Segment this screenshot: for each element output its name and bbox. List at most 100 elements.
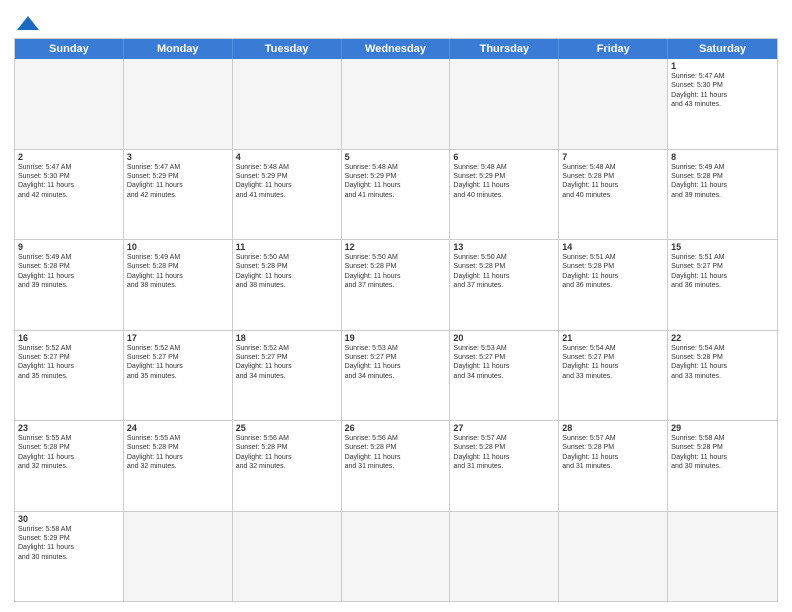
cell-content: Sunrise: 5:48 AM Sunset: 5:29 PM Dayligh… xyxy=(453,163,555,201)
calendar-cell: 17Sunrise: 5:52 AM Sunset: 5:27 PM Dayli… xyxy=(124,331,233,421)
calendar-cell xyxy=(342,512,451,602)
day-number: 20 xyxy=(453,333,555,343)
calendar-cell xyxy=(450,512,559,602)
day-number: 23 xyxy=(18,423,120,433)
day-number: 1 xyxy=(671,61,774,71)
cell-content: Sunrise: 5:57 AM Sunset: 5:28 PM Dayligh… xyxy=(562,434,664,472)
calendar-cell: 12Sunrise: 5:50 AM Sunset: 5:28 PM Dayli… xyxy=(342,240,451,330)
calendar-row-1: 2Sunrise: 5:47 AM Sunset: 5:30 PM Daylig… xyxy=(15,150,777,241)
calendar-row-2: 9Sunrise: 5:49 AM Sunset: 5:28 PM Daylig… xyxy=(15,240,777,331)
calendar-body: 1 Sunrise: 5:47 AM Sunset: 5:30 PM Daylig… xyxy=(15,59,777,601)
day-number: 25 xyxy=(236,423,338,433)
day-number: 7 xyxy=(562,152,664,162)
day-number: 26 xyxy=(345,423,447,433)
day-header-sunday: Sunday xyxy=(15,39,124,59)
day-number: 28 xyxy=(562,423,664,433)
cell-content: Sunrise: 5:49 AM Sunset: 5:28 PM Dayligh… xyxy=(18,253,120,291)
day-header-saturday: Saturday xyxy=(668,39,777,59)
day-number: 2 xyxy=(18,152,120,162)
day-number: 6 xyxy=(453,152,555,162)
day-number: 24 xyxy=(127,423,229,433)
calendar-cell: 1Sunrise: 5:47 AM Sunset: 5:30 PM Daylig… xyxy=(668,59,777,149)
calendar-cell: 3Sunrise: 5:47 AM Sunset: 5:29 PM Daylig… xyxy=(124,150,233,240)
calendar-cell: 4Sunrise: 5:48 AM Sunset: 5:29 PM Daylig… xyxy=(233,150,342,240)
calendar-cell: 26Sunrise: 5:56 AM Sunset: 5:28 PM Dayli… xyxy=(342,421,451,511)
day-number: 12 xyxy=(345,242,447,252)
cell-content: Sunrise: 5:55 AM Sunset: 5:28 PM Dayligh… xyxy=(127,434,229,472)
calendar-cell xyxy=(559,512,668,602)
calendar-cell xyxy=(559,59,668,149)
day-number: 13 xyxy=(453,242,555,252)
cell-content: Sunrise: 5:56 AM Sunset: 5:28 PM Dayligh… xyxy=(236,434,338,472)
calendar: SundayMondayTuesdayWednesdayThursdayFrid… xyxy=(14,38,778,602)
day-number: 29 xyxy=(671,423,774,433)
calendar-cell xyxy=(233,512,342,602)
day-number: 3 xyxy=(127,152,229,162)
calendar-cell xyxy=(124,512,233,602)
page: SundayMondayTuesdayWednesdayThursdayFrid… xyxy=(0,0,792,612)
day-number: 10 xyxy=(127,242,229,252)
cell-content: Sunrise: 5:47 AM Sunset: 5:30 PM Dayligh… xyxy=(18,163,120,201)
calendar-cell: 10Sunrise: 5:49 AM Sunset: 5:28 PM Dayli… xyxy=(124,240,233,330)
calendar-cell: 13Sunrise: 5:50 AM Sunset: 5:28 PM Dayli… xyxy=(450,240,559,330)
calendar-cell xyxy=(668,512,777,602)
day-number: 19 xyxy=(345,333,447,343)
cell-content: Sunrise: 5:53 AM Sunset: 5:27 PM Dayligh… xyxy=(453,344,555,382)
day-number: 17 xyxy=(127,333,229,343)
cell-content: Sunrise: 5:52 AM Sunset: 5:27 PM Dayligh… xyxy=(18,344,120,382)
calendar-cell: 20Sunrise: 5:53 AM Sunset: 5:27 PM Dayli… xyxy=(450,331,559,421)
cell-content: Sunrise: 5:48 AM Sunset: 5:28 PM Dayligh… xyxy=(562,163,664,201)
day-number: 18 xyxy=(236,333,338,343)
calendar-cell: 28Sunrise: 5:57 AM Sunset: 5:28 PM Dayli… xyxy=(559,421,668,511)
calendar-cell: 7Sunrise: 5:48 AM Sunset: 5:28 PM Daylig… xyxy=(559,150,668,240)
calendar-cell: 6Sunrise: 5:48 AM Sunset: 5:29 PM Daylig… xyxy=(450,150,559,240)
calendar-cell xyxy=(233,59,342,149)
calendar-cell: 16Sunrise: 5:52 AM Sunset: 5:27 PM Dayli… xyxy=(15,331,124,421)
cell-content: Sunrise: 5:54 AM Sunset: 5:28 PM Dayligh… xyxy=(671,344,774,382)
cell-content: Sunrise: 5:53 AM Sunset: 5:27 PM Dayligh… xyxy=(345,344,447,382)
day-number: 27 xyxy=(453,423,555,433)
logo-text xyxy=(14,14,39,32)
calendar-header: SundayMondayTuesdayWednesdayThursdayFrid… xyxy=(15,39,777,59)
calendar-cell: 29Sunrise: 5:58 AM Sunset: 5:28 PM Dayli… xyxy=(668,421,777,511)
cell-content: Sunrise: 5:51 AM Sunset: 5:27 PM Dayligh… xyxy=(671,253,774,291)
calendar-cell: 21Sunrise: 5:54 AM Sunset: 5:27 PM Dayli… xyxy=(559,331,668,421)
calendar-cell: 9Sunrise: 5:49 AM Sunset: 5:28 PM Daylig… xyxy=(15,240,124,330)
header xyxy=(14,10,778,32)
day-number: 4 xyxy=(236,152,338,162)
cell-content: Sunrise: 5:50 AM Sunset: 5:28 PM Dayligh… xyxy=(453,253,555,291)
cell-content: Sunrise: 5:52 AM Sunset: 5:27 PM Dayligh… xyxy=(236,344,338,382)
calendar-cell: 30Sunrise: 5:58 AM Sunset: 5:29 PM Dayli… xyxy=(15,512,124,602)
cell-content: Sunrise: 5:54 AM Sunset: 5:27 PM Dayligh… xyxy=(562,344,664,382)
day-number: 30 xyxy=(18,514,120,524)
day-number: 9 xyxy=(18,242,120,252)
cell-content: Sunrise: 5:47 AM Sunset: 5:29 PM Dayligh… xyxy=(127,163,229,201)
cell-content: Sunrise: 5:52 AM Sunset: 5:27 PM Dayligh… xyxy=(127,344,229,382)
calendar-cell xyxy=(450,59,559,149)
day-header-thursday: Thursday xyxy=(450,39,559,59)
calendar-row-3: 16Sunrise: 5:52 AM Sunset: 5:27 PM Dayli… xyxy=(15,331,777,422)
day-number: 11 xyxy=(236,242,338,252)
calendar-cell: 15Sunrise: 5:51 AM Sunset: 5:27 PM Dayli… xyxy=(668,240,777,330)
cell-content: Sunrise: 5:55 AM Sunset: 5:28 PM Dayligh… xyxy=(18,434,120,472)
calendar-cell: 14Sunrise: 5:51 AM Sunset: 5:28 PM Dayli… xyxy=(559,240,668,330)
day-number: 21 xyxy=(562,333,664,343)
calendar-row-5: 30Sunrise: 5:58 AM Sunset: 5:29 PM Dayli… xyxy=(15,512,777,602)
day-header-friday: Friday xyxy=(559,39,668,59)
calendar-cell: 23Sunrise: 5:55 AM Sunset: 5:28 PM Dayli… xyxy=(15,421,124,511)
calendar-cell: 2Sunrise: 5:47 AM Sunset: 5:30 PM Daylig… xyxy=(15,150,124,240)
day-header-tuesday: Tuesday xyxy=(233,39,342,59)
calendar-cell: 27Sunrise: 5:57 AM Sunset: 5:28 PM Dayli… xyxy=(450,421,559,511)
calendar-cell: 25Sunrise: 5:56 AM Sunset: 5:28 PM Dayli… xyxy=(233,421,342,511)
day-header-monday: Monday xyxy=(124,39,233,59)
cell-content: Sunrise: 5:49 AM Sunset: 5:28 PM Dayligh… xyxy=(671,163,774,201)
day-number: 22 xyxy=(671,333,774,343)
day-header-wednesday: Wednesday xyxy=(342,39,451,59)
day-number: 5 xyxy=(345,152,447,162)
cell-content: Sunrise: 5:49 AM Sunset: 5:28 PM Dayligh… xyxy=(127,253,229,291)
calendar-cell: 24Sunrise: 5:55 AM Sunset: 5:28 PM Dayli… xyxy=(124,421,233,511)
calendar-row-0: 1Sunrise: 5:47 AM Sunset: 5:30 PM Daylig… xyxy=(15,59,777,150)
logo xyxy=(14,14,39,32)
calendar-cell: 11Sunrise: 5:50 AM Sunset: 5:28 PM Dayli… xyxy=(233,240,342,330)
calendar-row-4: 23Sunrise: 5:55 AM Sunset: 5:28 PM Dayli… xyxy=(15,421,777,512)
